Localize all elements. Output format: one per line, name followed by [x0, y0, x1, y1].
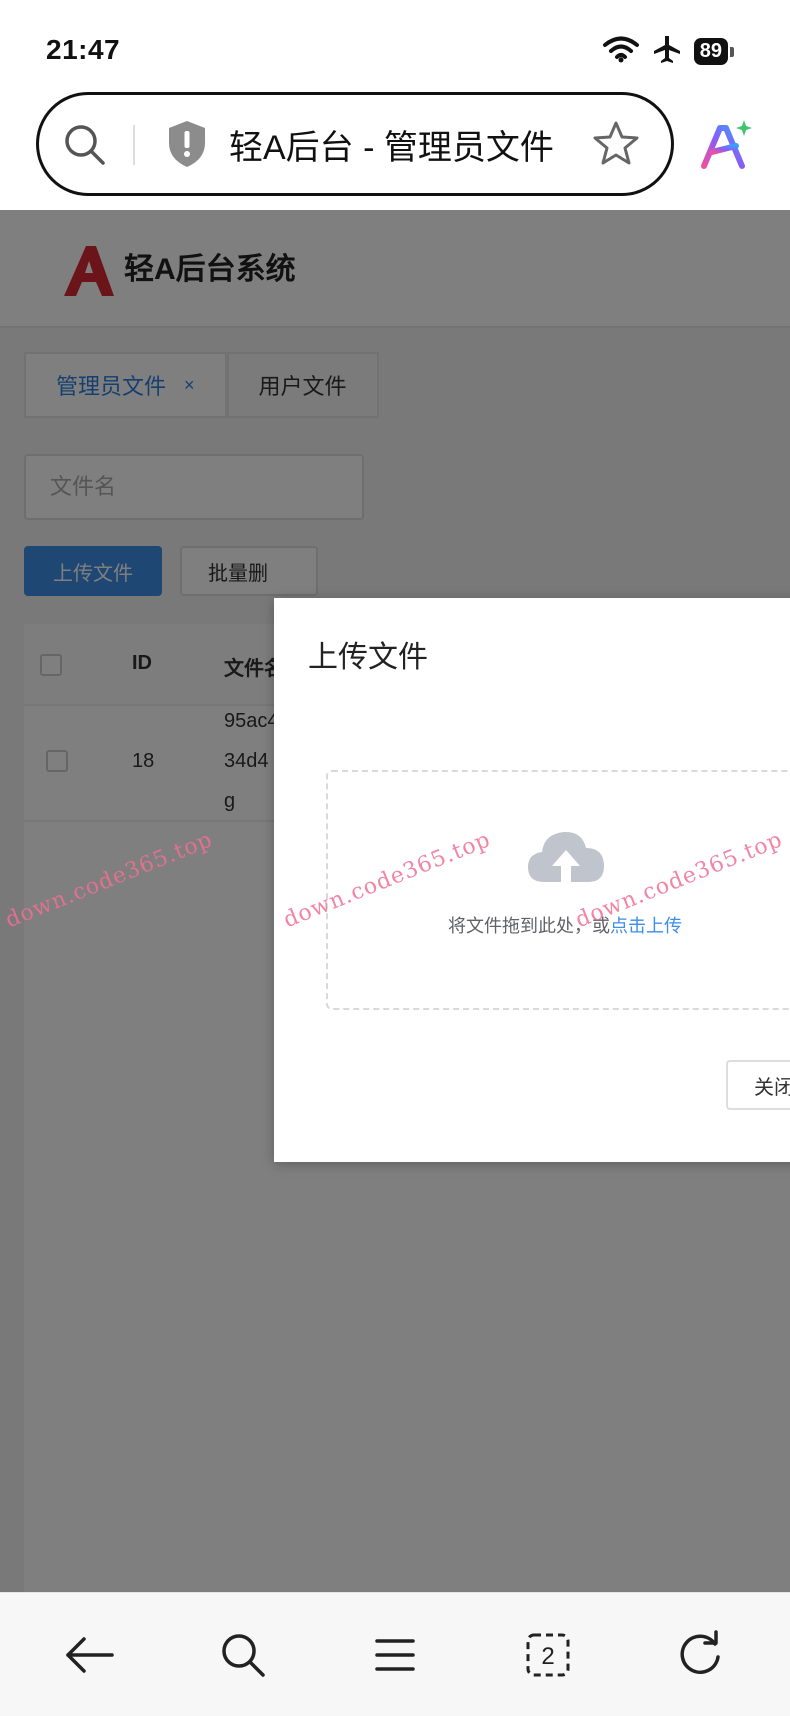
- address-divider: [133, 125, 135, 165]
- security-warning-shield-icon[interactable]: [165, 119, 209, 173]
- search-icon[interactable]: [211, 1623, 275, 1687]
- close-dialog-button[interactable]: 关闭: [726, 1060, 790, 1110]
- ai-assistant-icon[interactable]: [698, 118, 754, 178]
- bottom-navigation: 2: [0, 1592, 790, 1716]
- app-page: 轻A后台系统 管理员文件 × 用户文件 文件名 上传文件 批量删 ID 文件名 …: [0, 210, 790, 1592]
- refresh-icon[interactable]: [668, 1623, 732, 1687]
- airplane-mode-icon: [652, 34, 682, 68]
- tab-count: 2: [541, 1643, 554, 1670]
- dropzone-text: 将文件拖到此处，或点击上传: [448, 912, 682, 938]
- battery-icon: 89: [693, 37, 735, 65]
- bookmark-star-icon[interactable]: [591, 119, 641, 173]
- dialog-title: 上传文件: [308, 641, 428, 674]
- back-arrow-icon[interactable]: [58, 1623, 122, 1687]
- status-time: 21:47: [46, 34, 121, 65]
- address-bar[interactable]: 轻A后台 - 管理员文件: [36, 92, 674, 196]
- search-icon[interactable]: [61, 121, 109, 173]
- wifi-icon: [602, 35, 640, 67]
- click-upload-link[interactable]: 点击上传: [610, 916, 682, 936]
- page-title[interactable]: 轻A后台 - 管理员文件: [229, 120, 554, 169]
- cloud-upload-icon: [526, 826, 606, 894]
- status-icons: 89: [602, 34, 735, 68]
- menu-icon[interactable]: [363, 1623, 427, 1687]
- status-bar: 21:47 89: [0, 0, 790, 92]
- tabs-icon[interactable]: 2: [516, 1623, 580, 1687]
